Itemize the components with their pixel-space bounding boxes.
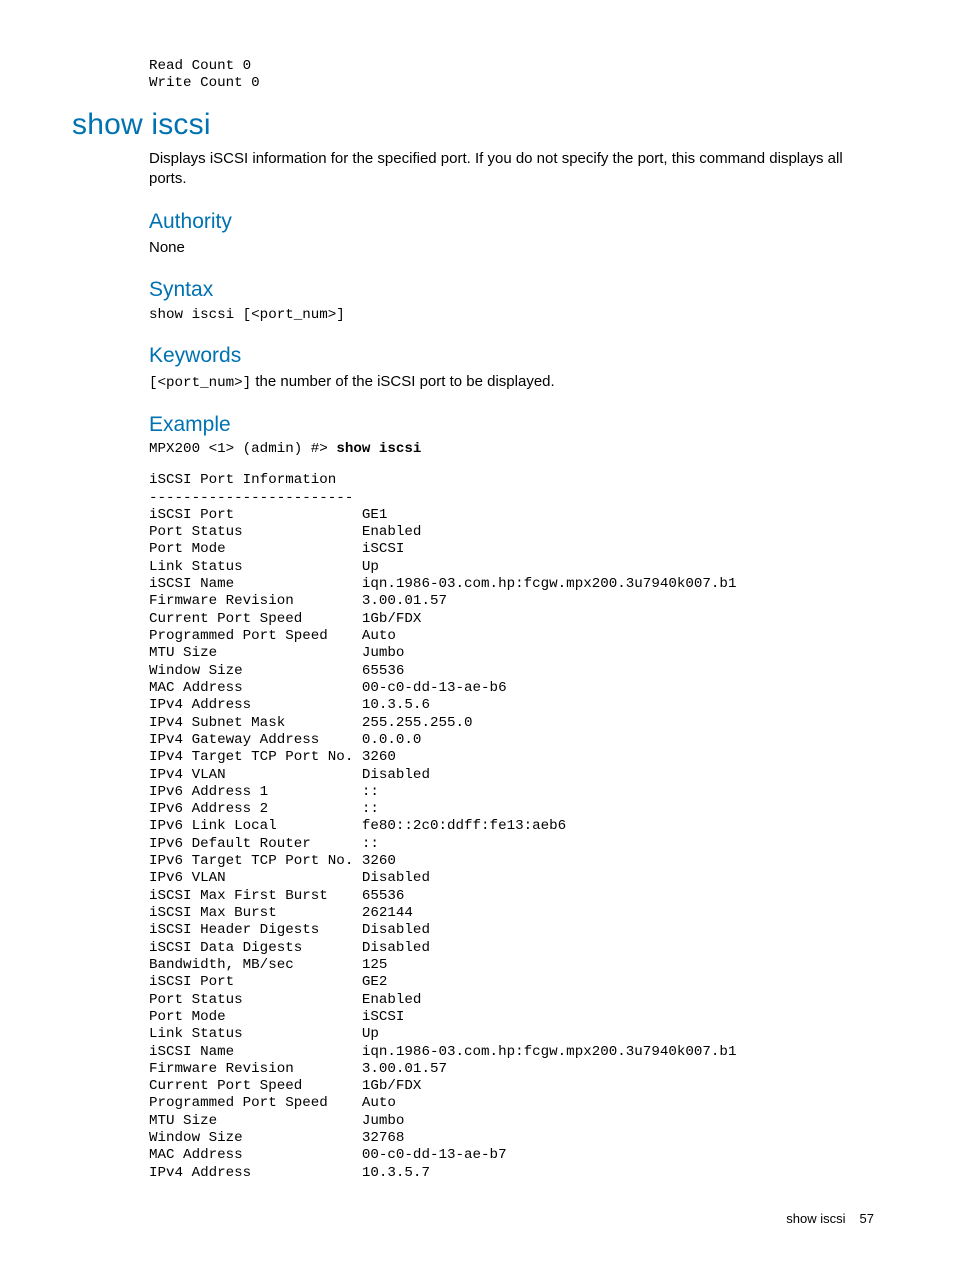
syntax-heading: Syntax <box>149 276 882 304</box>
example-prompt-command: show iscsi <box>336 441 421 457</box>
command-heading: show iscsi <box>72 105 882 146</box>
command-description: Displays iSCSI information for the speci… <box>149 149 882 190</box>
example-output: iSCSI Port Information -----------------… <box>149 472 882 1182</box>
keywords-heading: Keywords <box>149 342 882 370</box>
example-prompt-prefix: MPX200 <1> (admin) #> <box>149 441 336 457</box>
keywords-text: the number of the iSCSI port to be displ… <box>251 373 555 390</box>
top-code-block: Read Count 0 Write Count 0 <box>149 58 882 93</box>
keywords-code: [<port_num>] <box>149 375 251 391</box>
footer-page-number: 57 <box>860 1211 874 1226</box>
page-footer: show iscsi 57 <box>72 1210 882 1228</box>
example-heading: Example <box>149 411 882 439</box>
authority-heading: Authority <box>149 208 882 236</box>
syntax-code: show iscsi [<port_num>] <box>149 307 882 324</box>
footer-label: show iscsi <box>786 1211 845 1226</box>
example-prompt-line: MPX200 <1> (admin) #> show iscsi <box>149 441 882 458</box>
authority-body: None <box>149 238 882 258</box>
keywords-body: [<port_num>] the number of the iSCSI por… <box>149 372 882 392</box>
